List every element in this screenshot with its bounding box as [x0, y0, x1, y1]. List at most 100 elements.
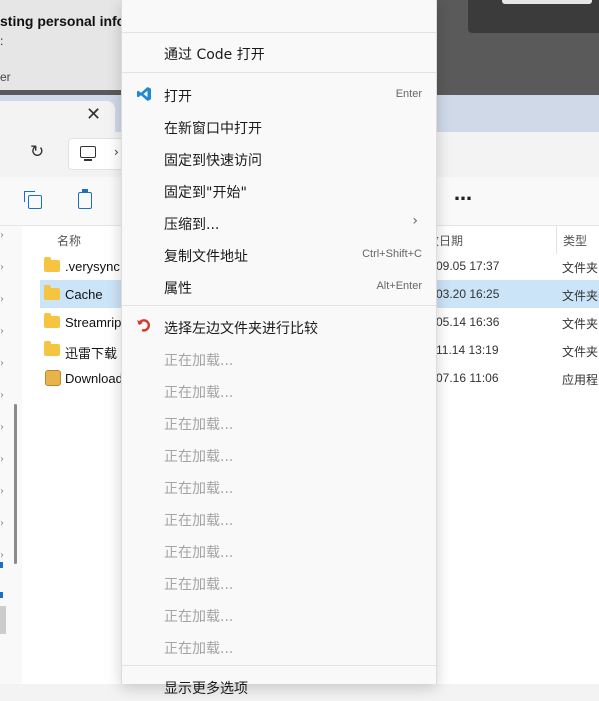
- file-name: Streamrip: [65, 315, 122, 330]
- background-notification-card: sting personal info : er: [0, 0, 126, 90]
- menu-item-show-more-options[interactable]: 显示更多选项: [122, 671, 436, 701]
- file-date-modified: 05.14 16:36: [436, 315, 500, 329]
- file-date-modified: 09.05 17:37: [436, 259, 500, 273]
- compare-undo-icon: [137, 319, 150, 332]
- menu-item-loading: 正在加载...: [122, 535, 436, 565]
- expand-chevron-icon[interactable]: ›: [0, 326, 6, 337]
- menu-separator: [122, 72, 436, 73]
- explorer-tab[interactable]: ✕: [0, 101, 115, 132]
- copy-icon[interactable]: [24, 191, 42, 209]
- nav-selected-item[interactable]: [0, 606, 6, 634]
- more-options-icon[interactable]: …: [454, 184, 473, 205]
- background-button[interactable]: [502, 0, 592, 4]
- expand-chevron-icon[interactable]: ›: [0, 262, 6, 273]
- folder-icon: [44, 313, 60, 328]
- vscode-icon: [137, 87, 151, 101]
- file-type: 文件夹: [562, 317, 599, 331]
- background-dark-panel: [468, 0, 599, 33]
- navigation-pane: › › › › › › › › › › ›: [0, 226, 22, 684]
- folder-icon: [44, 257, 60, 272]
- expand-chevron-icon[interactable]: ›: [0, 294, 6, 305]
- menu-item[interactable]: 复制文件地址 Ctrl+Shift+C: [122, 239, 436, 269]
- menu-item-label: 正在加载...: [164, 577, 234, 593]
- column-header-name[interactable]: 名称: [57, 232, 81, 249]
- file-name: Download: [65, 371, 123, 386]
- menu-item-compare-folder[interactable]: 选择左边文件夹进行比较: [122, 311, 436, 341]
- menu-item-label: 正在加载...: [164, 545, 234, 561]
- menu-item-label: 正在加载...: [164, 609, 234, 625]
- menu-item-label: 正在加载...: [164, 449, 234, 465]
- nav-scrollbar[interactable]: [14, 404, 17, 564]
- background-text-1: sting personal info: [0, 13, 126, 29]
- folder-icon: [44, 341, 60, 356]
- background-text-2: :: [0, 34, 4, 48]
- file-type: 文件夹: [562, 345, 599, 359]
- expand-chevron-icon[interactable]: ›: [0, 550, 6, 561]
- column-header-type[interactable]: 类型: [563, 232, 587, 249]
- menu-item[interactable]: 压缩到... ›: [122, 207, 436, 237]
- menu-item-label: 显示更多选项: [164, 681, 248, 697]
- menu-item-label: 通过 Code 打开: [164, 47, 265, 63]
- breadcrumb-chevron-icon[interactable]: ›: [114, 145, 119, 159]
- file-name: Cache: [65, 287, 103, 302]
- menu-item-label: 压缩到...: [164, 217, 220, 233]
- menu-item-loading: 正在加载...: [122, 471, 436, 501]
- menu-item-label: 在新窗口中打开: [164, 121, 262, 137]
- this-pc-icon: [80, 146, 96, 161]
- expand-chevron-icon[interactable]: ›: [0, 422, 6, 433]
- menu-item-loading: 正在加载...: [122, 439, 436, 469]
- menu-item-label: 属性: [164, 281, 192, 297]
- menu-item[interactable]: 在新窗口中打开: [122, 111, 436, 141]
- column-separator[interactable]: [556, 226, 557, 254]
- menu-separator: [122, 665, 436, 666]
- menu-item-loading: 正在加载...: [122, 407, 436, 437]
- expand-chevron-icon[interactable]: ›: [0, 518, 6, 529]
- menu-item-label: 打开: [164, 89, 192, 105]
- menu-item-loading: 正在加载...: [122, 343, 436, 373]
- menu-item-shortcut: Alt+Enter: [376, 280, 422, 292]
- file-date-modified: 07.16 11:06: [436, 371, 499, 385]
- menu-separator: [122, 305, 436, 306]
- file-date-modified: 03.20 16:25: [436, 287, 500, 301]
- menu-item-label: 固定到"开始": [164, 185, 247, 201]
- menu-item-label: 正在加载...: [164, 353, 234, 369]
- menu-item-label: 正在加载...: [164, 481, 234, 497]
- folder-icon: [44, 285, 60, 300]
- paste-icon[interactable]: [78, 189, 92, 209]
- menu-item[interactable]: 固定到快速访问: [122, 143, 436, 173]
- background-text-3: er: [0, 70, 11, 84]
- menu-item-shortcut: Ctrl+Shift+C: [362, 248, 422, 260]
- menu-item-label: 复制文件地址: [164, 249, 248, 265]
- file-date-modified: 11.14 13:19: [436, 343, 499, 357]
- menu-item-shortcut: Enter: [395, 88, 422, 100]
- menu-item-open-with-code[interactable]: 通过 Code 打开: [122, 37, 436, 67]
- file-name: 迅雷下载: [65, 346, 118, 361]
- menu-item-loading: 正在加载...: [122, 375, 436, 405]
- menu-item-label: 正在加载...: [164, 385, 234, 401]
- menu-item-loading: 正在加载...: [122, 631, 436, 661]
- expand-chevron-icon[interactable]: ›: [0, 390, 6, 401]
- expand-chevron-icon[interactable]: ›: [0, 486, 6, 497]
- menu-item-loading: 正在加载...: [122, 567, 436, 597]
- refresh-icon[interactable]: ↻: [30, 142, 44, 162]
- menu-item-label: 正在加载...: [164, 417, 234, 433]
- close-tab-icon[interactable]: ✕: [86, 104, 101, 125]
- expand-chevron-icon[interactable]: ›: [0, 358, 6, 369]
- menu-item[interactable]: 属性 Alt+Enter: [122, 271, 436, 301]
- menu-item-label: 正在加载...: [164, 513, 234, 529]
- file-name: .verysync: [65, 259, 120, 274]
- menu-separator: [122, 32, 436, 33]
- menu-item-label: 选择左边文件夹进行比较: [164, 321, 318, 337]
- nav-item-marker: [0, 592, 3, 598]
- expand-chevron-icon[interactable]: ›: [0, 454, 6, 465]
- menu-item-loading: 正在加载...: [122, 503, 436, 533]
- menu-item-label: 正在加载...: [164, 641, 234, 657]
- menu-item-label: 固定到快速访问: [164, 153, 262, 169]
- context-menu: 通过 Code 打开 打开 Enter 在新窗口中打开 固定到快速访问 固定到"开始" 压…: [121, 0, 437, 697]
- menu-item[interactable]: 打开 Enter: [122, 79, 436, 109]
- submenu-chevron-icon: ›: [412, 213, 418, 229]
- expand-chevron-icon[interactable]: ›: [0, 230, 6, 241]
- menu-item[interactable]: 固定到"开始": [122, 175, 436, 205]
- file-type: 文件夹: [562, 261, 599, 275]
- file-type: 文件夹: [562, 289, 599, 303]
